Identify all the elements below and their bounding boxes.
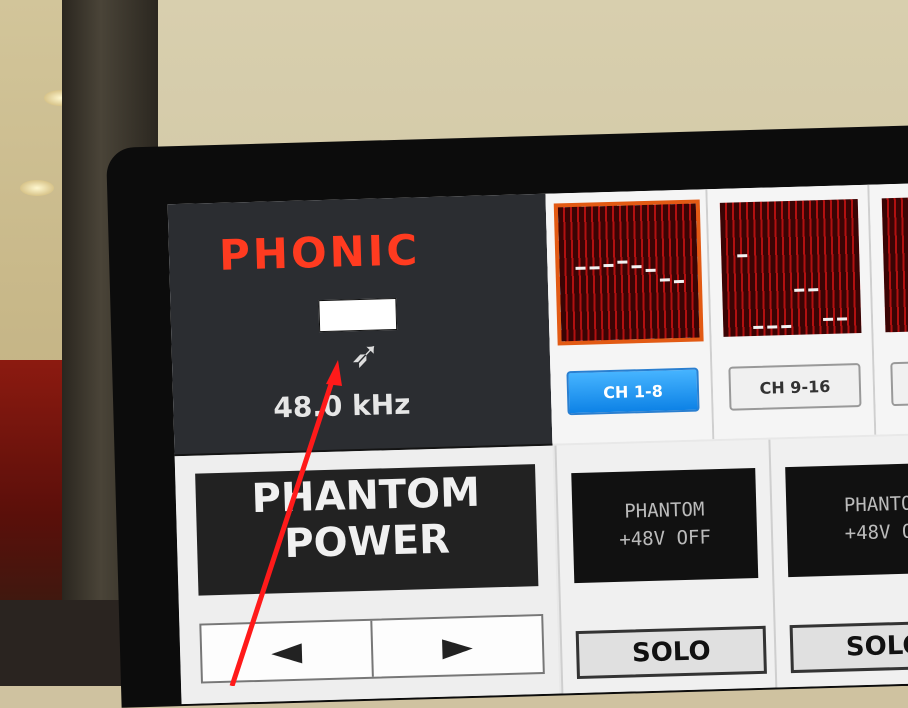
- phantom-power-title: PHANTOM POWER: [195, 464, 539, 596]
- phantom-toggle[interactable]: PHANTO +48V O: [785, 462, 908, 578]
- ceiling-lamp: [20, 180, 54, 196]
- phantom-title-line2: POWER: [283, 516, 451, 568]
- sample-rate: 48.0 kHz: [272, 387, 411, 425]
- mixer-screen: PHONIC ➶ 48.0 kHz CH 1-8 CH 9-16 PHANTOM…: [167, 183, 908, 705]
- meter-group-1[interactable]: CH 1-8: [545, 189, 715, 444]
- channel-strip: PHANTOM +48V OFF SOLO: [554, 439, 776, 694]
- phantom-toggle-line1: PHANTO: [843, 492, 908, 517]
- brand-panel: PHONIC ➶ 48.0 kHz: [167, 193, 553, 457]
- meter-group-3[interactable]: C: [869, 183, 908, 435]
- solo-button[interactable]: SOLO: [789, 619, 908, 674]
- level-meter: [557, 203, 700, 342]
- phantom-toggle-line2: +48V O: [844, 520, 908, 545]
- level-meter: [719, 199, 862, 337]
- solo-button[interactable]: SOLO: [575, 625, 767, 680]
- channel-meter-area: CH 1-8 CH 9-16 C: [545, 183, 908, 444]
- redaction-box: [318, 297, 398, 333]
- brand-logo: PHONIC: [218, 225, 421, 280]
- channel-group-button[interactable]: CH 1-8: [566, 367, 700, 416]
- phantom-toggle-line2: +48V OFF: [619, 526, 712, 551]
- channel-group-button[interactable]: C: [890, 358, 908, 407]
- channel-group-button[interactable]: CH 9-16: [728, 363, 862, 411]
- touchscreen-monitor: PHONIC ➶ 48.0 kHz CH 1-8 CH 9-16 PHANTOM…: [106, 125, 908, 708]
- prev-page-button[interactable]: ◄: [201, 621, 371, 682]
- meter-group-2[interactable]: CH 9-16: [707, 184, 877, 440]
- next-page-button[interactable]: ►: [370, 616, 543, 677]
- channel-strip: PHANTO +48V O SOLO: [768, 433, 908, 688]
- level-meter: [881, 194, 908, 333]
- mouse-cursor-icon: ➶: [349, 334, 381, 377]
- page-navigation: ◄ ►: [199, 613, 545, 684]
- phantom-power-panel: PHANTOM POWER ◄ ►: [174, 445, 560, 705]
- phantom-toggle[interactable]: PHANTOM +48V OFF: [571, 467, 759, 584]
